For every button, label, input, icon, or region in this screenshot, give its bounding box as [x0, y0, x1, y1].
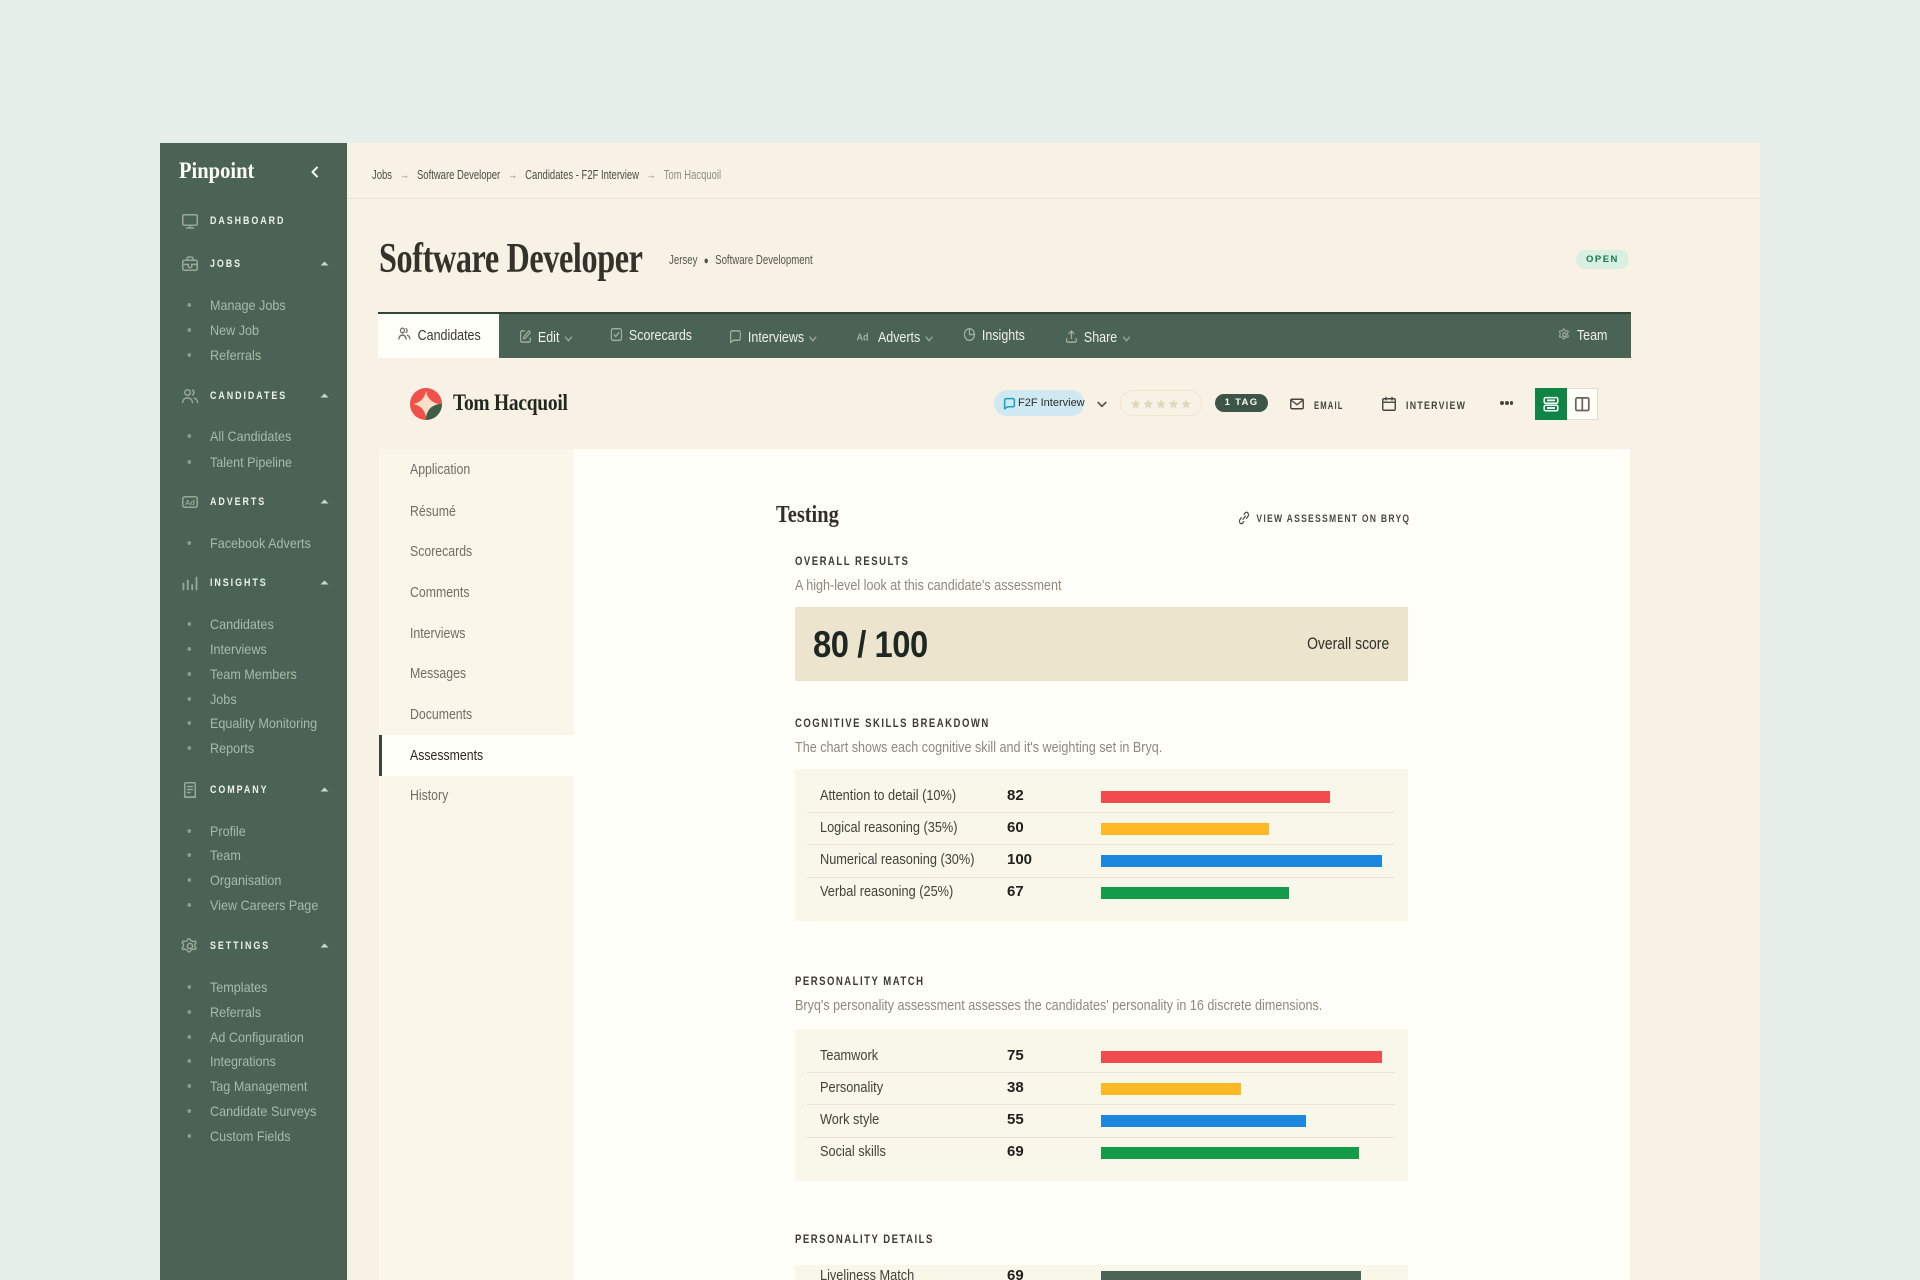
svg-text:Ad: Ad [185, 498, 195, 507]
svg-text:Ad: Ad [856, 332, 868, 344]
